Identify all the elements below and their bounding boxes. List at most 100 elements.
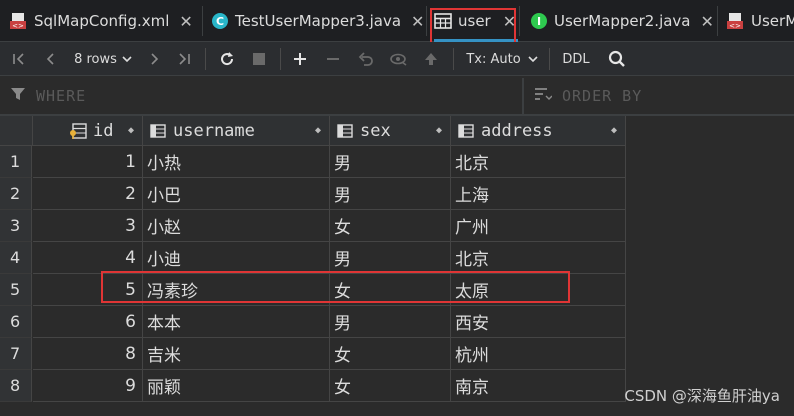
toolbar-divider (549, 48, 550, 70)
sort-toggle-icon[interactable]: ◆ (315, 125, 321, 136)
tab-testusermapper3[interactable]: C TestUserMapper3.java ✕ (211, 0, 424, 42)
row-number[interactable]: 7 (0, 338, 32, 370)
toolbar-divider (205, 48, 206, 70)
tab-divider (717, 6, 718, 36)
row-number[interactable]: 6 (0, 306, 32, 338)
column-header-sex[interactable]: sex ◆ (330, 116, 451, 146)
sort-toggle-icon[interactable]: ◆ (611, 125, 617, 136)
column-header-label: username (173, 120, 255, 141)
tab-divider (519, 6, 520, 36)
cell-username[interactable]: 小赵 (143, 210, 330, 242)
ddl-button[interactable]: DDL (560, 42, 592, 76)
xml-file-icon: <> (10, 12, 28, 30)
cell-id[interactable]: 9 (33, 370, 143, 402)
annotation-box-tab (430, 8, 516, 46)
cell-username[interactable]: 丽颖 (143, 370, 330, 402)
row-number[interactable]: 5 (0, 274, 32, 306)
cell-id[interactable]: 3 (33, 210, 143, 242)
row-number[interactable]: 4 (0, 242, 32, 274)
where-filter-input[interactable]: WHERE (0, 78, 522, 114)
cell-username[interactable]: 小巴 (143, 178, 330, 210)
close-icon[interactable]: ✕ (411, 12, 424, 31)
cell-id[interactable]: 4 (33, 242, 143, 274)
row-number[interactable]: 2 (0, 178, 32, 210)
chevron-down-icon (122, 52, 132, 67)
cell-address[interactable]: 广州 (451, 210, 626, 242)
cell-address[interactable]: 北京 (451, 242, 626, 274)
close-icon[interactable]: ✕ (179, 12, 192, 31)
cell-username[interactable]: 小迪 (143, 242, 330, 274)
tab-usermapper2[interactable]: I UserMapper2.java ✕ (530, 0, 714, 42)
cell-sex[interactable]: 女 (330, 210, 451, 242)
column-header-username[interactable]: username ◆ (143, 116, 330, 146)
cell-username[interactable]: 吉米 (143, 338, 330, 370)
sort-toggle-icon[interactable]: ◆ (128, 125, 134, 136)
rows-count-dropdown[interactable]: 8 rows (70, 42, 136, 76)
toolbar-divider (453, 48, 454, 70)
transaction-mode-label: Tx: Auto (466, 51, 521, 67)
tab-divider (202, 6, 203, 36)
order-by-input[interactable]: ORDER BY (524, 78, 794, 114)
cell-sex[interactable]: 男 (330, 146, 451, 178)
svg-text:I: I (537, 15, 541, 28)
tab-userm[interactable]: <> UserM (727, 0, 794, 42)
sort-toggle-icon[interactable]: ◆ (436, 125, 442, 136)
annotation-box-row (101, 271, 570, 303)
cell-sex[interactable]: 男 (330, 306, 451, 338)
last-page-icon[interactable] (173, 42, 195, 76)
tab-label: UserM (751, 12, 794, 30)
tab-label: UserMapper2.java (554, 12, 691, 30)
delete-row-icon[interactable] (322, 42, 344, 76)
first-page-icon[interactable] (8, 42, 30, 76)
cell-address[interactable]: 上海 (451, 178, 626, 210)
close-icon[interactable]: ✕ (701, 12, 714, 31)
cell-username[interactable]: 本本 (143, 306, 330, 338)
row-number[interactable]: 8 (0, 370, 32, 402)
cell-sex[interactable]: 女 (330, 370, 451, 402)
column-header-id[interactable]: id ◆ (33, 116, 143, 146)
cell-address[interactable]: 北京 (451, 146, 626, 178)
cell-sex[interactable]: 男 (330, 242, 451, 274)
add-row-icon[interactable] (289, 42, 311, 76)
cell-username[interactable]: 小热 (143, 146, 330, 178)
submit-arrow-up-icon[interactable] (420, 42, 442, 76)
rows-count-label: 8 rows (74, 51, 117, 67)
column-icon (457, 123, 475, 139)
row-number-header (0, 116, 33, 146)
revert-icon[interactable] (355, 42, 377, 76)
view-icon[interactable] (387, 42, 411, 76)
svg-text:<>: <> (729, 22, 741, 30)
cell-id[interactable]: 2 (33, 178, 143, 210)
watermark: CSDN @深海鱼肝油ya (624, 387, 780, 405)
tab-label: TestUserMapper3.java (235, 12, 402, 30)
chevron-down-icon (528, 52, 538, 67)
cell-id[interactable]: 1 (33, 146, 143, 178)
previous-page-icon[interactable] (40, 42, 62, 76)
primary-key-column-icon (69, 122, 87, 139)
column-header-label: id (93, 120, 114, 141)
tab-label: SqlMapConfig.xml (34, 12, 170, 30)
column-header-address[interactable]: address ◆ (451, 116, 626, 146)
refresh-icon[interactable] (215, 42, 239, 76)
cell-id[interactable]: 8 (33, 338, 143, 370)
column-header-label: sex (360, 120, 391, 141)
tab-divider (426, 6, 427, 36)
stop-icon[interactable] (248, 42, 270, 76)
java-interface-icon: I (530, 12, 548, 30)
row-number[interactable]: 1 (0, 146, 32, 178)
cell-id[interactable]: 6 (33, 306, 143, 338)
tab-sqlmapconfig[interactable]: <> SqlMapConfig.xml ✕ (10, 0, 193, 42)
row-number[interactable]: 3 (0, 210, 32, 242)
svg-text:C: C (216, 15, 224, 28)
cell-address[interactable]: 南京 (451, 370, 626, 402)
cell-address[interactable]: 杭州 (451, 338, 626, 370)
column-icon (149, 123, 167, 139)
cell-sex[interactable]: 女 (330, 338, 451, 370)
column-icon (336, 123, 354, 139)
toolbar-divider (280, 48, 281, 70)
next-page-icon[interactable] (143, 42, 165, 76)
cell-address[interactable]: 西安 (451, 306, 626, 338)
transaction-mode-dropdown[interactable]: Tx: Auto (464, 42, 540, 76)
cell-sex[interactable]: 男 (330, 178, 451, 210)
search-icon[interactable] (605, 42, 629, 76)
